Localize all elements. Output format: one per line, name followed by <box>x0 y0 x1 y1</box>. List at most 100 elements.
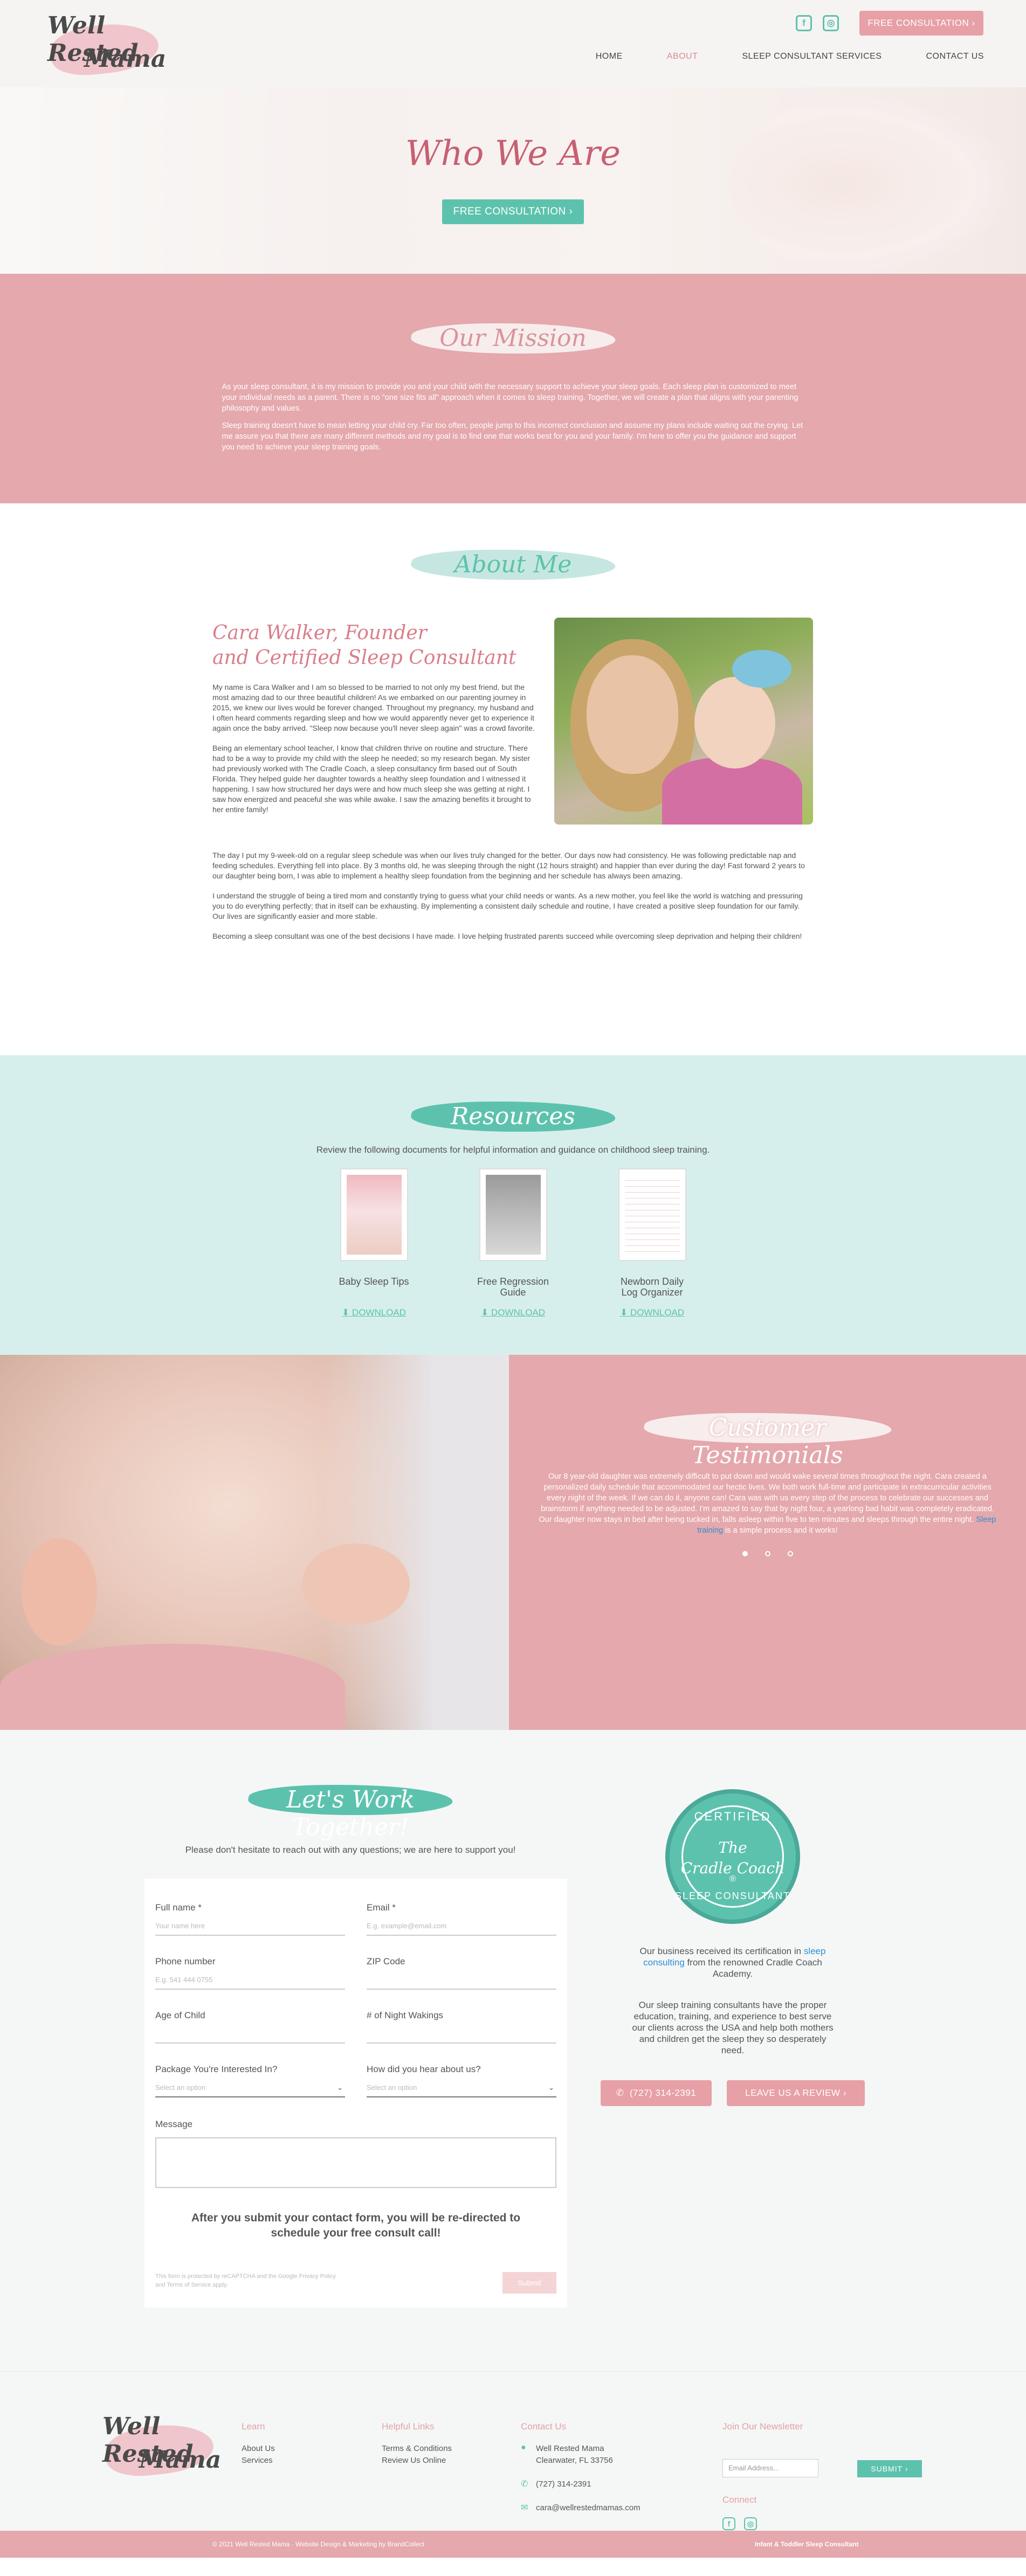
facebook-icon[interactable]: f <box>722 2517 735 2530</box>
logo-line2: Mama <box>84 45 167 73</box>
footer-link-services[interactable]: Services <box>242 2455 275 2467</box>
contact-heading: Let's Work Together! <box>245 1778 456 1841</box>
carousel-dot[interactable] <box>787 1551 793 1556</box>
resource-download-link[interactable]: ⬇ DOWNLOAD <box>476 1307 551 1318</box>
mission-heading-text: Our Mission <box>439 324 587 352</box>
about-paragraph: My name is Cara Walker and I am so bless… <box>212 683 535 732</box>
contact-heading-text: Let's Work Together! <box>286 1786 415 1841</box>
about-text-wide: The day I put my 9-week-old on a regular… <box>212 850 813 951</box>
about-paragraph: Becoming a sleep consultant was one of t… <box>212 932 802 940</box>
founder-title: Cara Walker, Founder and Certified Sleep… <box>212 621 516 670</box>
testimonials-pane: Customer Testimonials Our 8 year-old dau… <box>509 1355 1026 1730</box>
hero-title: Who We Are <box>405 134 621 174</box>
consultants-text: Our sleep training consultants have the … <box>632 2000 834 2055</box>
mission-paragraph: As your sleep consultant, it is my missi… <box>222 383 798 413</box>
resources-intro: Review the following documents for helpf… <box>316 1145 710 1155</box>
carousel-dots <box>509 1551 1026 1556</box>
logo-line2: Mama <box>139 2446 222 2474</box>
about-paragraph: Being an elementary school teacher, I kn… <box>212 744 531 814</box>
resource-item: Newborn Daily Log Organizer ⬇ DOWNLOAD <box>615 1168 690 1318</box>
resource-thumbnail[interactable] <box>479 1168 547 1261</box>
phone-button[interactable]: ✆ (727) 314-2391 <box>601 2080 712 2106</box>
resource-item: Baby Sleep Tips ⬇ DOWNLOAD <box>336 1168 412 1318</box>
resource-thumbnail[interactable] <box>618 1168 686 1261</box>
footer-contact: Contact Us ● Well Rested Mama Clearwater… <box>521 2421 641 2526</box>
instagram-icon[interactable]: ◎ <box>744 2517 757 2530</box>
footer-social: f ◎ <box>722 2517 757 2530</box>
age-input[interactable] <box>155 2030 345 2044</box>
certified-badge: CERTIFIED The Cradle Coach ® SLEEP CONSU… <box>665 1789 800 1924</box>
chevron-right-icon: › <box>843 2088 846 2098</box>
footer-link-review[interactable]: Review Us Online <box>382 2455 452 2467</box>
nav-services[interactable]: SLEEP CONSULTANT SERVICES <box>742 52 882 61</box>
hero-consultation-button[interactable]: FREE CONSULTATION › <box>442 199 584 224</box>
footer-logo[interactable]: Well Rested Mama <box>100 2409 222 2480</box>
footer-link-about[interactable]: About Us <box>242 2443 275 2455</box>
age-field: Age of Child <box>155 2010 345 2044</box>
map-pin-icon: ● <box>521 2443 526 2452</box>
email-field: Email * E.g. example@email.com <box>367 1902 556 1936</box>
zip-input[interactable] <box>367 1976 556 1990</box>
footer-address: ● Well Rested Mama Clearwater, FL 33756 <box>521 2443 613 2465</box>
recaptcha-notice: This form is protected by reCAPTCHA and … <box>155 2273 336 2288</box>
facebook-icon[interactable]: f <box>796 15 812 31</box>
resource-name: Free Regression Guide <box>477 1276 549 1298</box>
download-icon: ⬇ <box>480 1307 489 1318</box>
resources-heading-text: Resources <box>451 1103 575 1130</box>
footer-connect-label: Connect <box>722 2495 757 2505</box>
contact-section: Let's Work Together! Please don't hesita… <box>0 1730 1026 2371</box>
footer-email[interactable]: ✉ cara@wellrestedmamas.com <box>521 2502 641 2514</box>
resource-thumbnail[interactable] <box>340 1168 408 1261</box>
contact-form: Full name * Your name here Email * E.g. … <box>144 1879 567 2308</box>
email-input[interactable]: E.g. example@email.com <box>367 1922 556 1936</box>
chevron-down-icon: ⌄ <box>337 2083 343 2092</box>
chevron-right-icon: › <box>569 206 573 217</box>
referral-select[interactable]: Select an option ⌄ <box>367 2083 556 2097</box>
envelope-icon: ✉ <box>521 2503 528 2512</box>
testimonials-section: Customer Testimonials Our 8 year-old dau… <box>0 1355 1026 1730</box>
header-consultation-label: FREE CONSULTATION <box>867 18 969 28</box>
download-icon: ⬇ <box>619 1307 628 1318</box>
phone-field: Phone number E.g. 541 444 0755 <box>155 1956 345 1990</box>
wakings-field: # of Night Wakings <box>367 2010 556 2044</box>
header-consultation-button[interactable]: FREE CONSULTATION › <box>859 11 983 36</box>
footer-phone[interactable]: ✆ (727) 314-2391 <box>521 2478 641 2490</box>
chevron-right-icon: › <box>972 18 975 28</box>
nav-home[interactable]: HOME <box>596 52 623 61</box>
nav-contact[interactable]: CONTACT US <box>926 52 984 61</box>
founder-title-line2: and Certified Sleep Consultant <box>212 647 517 669</box>
instagram-icon[interactable]: ◎ <box>823 15 839 31</box>
founder-photo <box>554 618 813 825</box>
carousel-dot[interactable] <box>742 1551 748 1556</box>
review-button[interactable]: LEAVE US A REVIEW › <box>727 2080 865 2106</box>
footer-tagline: Infant & Toddler Sleep Consultant <box>755 2540 859 2548</box>
mission-body: As your sleep consultant, it is my missi… <box>222 382 804 453</box>
newsletter-submit-button[interactable]: SUBMIT › <box>857 2460 922 2477</box>
phone-icon: ✆ <box>616 2088 624 2098</box>
resources-section: Resources Review the following documents… <box>0 1055 1026 1355</box>
nav-about[interactable]: ABOUT <box>667 52 698 61</box>
about-paragraph: The day I put my 9-week-old on a regular… <box>212 851 805 880</box>
testimonials-heading: Customer Testimonials <box>640 1407 895 1469</box>
referral-field: How did you hear about us? Select an opt… <box>367 2064 556 2097</box>
resource-download-link[interactable]: ⬇ DOWNLOAD <box>336 1307 412 1318</box>
resources-heading: Resources <box>407 1095 619 1138</box>
message-textarea[interactable] <box>155 2137 556 2188</box>
site-logo[interactable]: Well Rested Mama <box>45 9 167 79</box>
form-submit-button[interactable]: Submit <box>502 2272 556 2294</box>
testimonial-quote: Our 8 year-old daughter was extremely di… <box>539 1472 996 1535</box>
about-paragraph: I understand the struggle of being a tir… <box>212 891 803 920</box>
full-name-input[interactable]: Your name here <box>155 1922 345 1936</box>
phone-input[interactable]: E.g. 541 444 0755 <box>155 1976 345 1990</box>
footer-learn: Learn About Us Services <box>242 2421 275 2467</box>
footer-link-terms[interactable]: Terms & Conditions <box>382 2443 452 2455</box>
contact-intro: Please don't hesitate to reach out with … <box>185 1845 516 1855</box>
about-section: About Me Cara Walker, Founder and Certif… <box>0 503 1026 1055</box>
package-select[interactable]: Select an option ⌄ <box>155 2083 345 2097</box>
newsletter-email-input[interactable]: Email Address... <box>722 2459 818 2477</box>
founder-title-line1: Cara Walker, Founder <box>212 622 427 644</box>
resource-download-link[interactable]: ⬇ DOWNLOAD <box>615 1307 690 1318</box>
footer-bottom-bar: © 2021 Well Rested Mama · Website Design… <box>0 2531 1026 2558</box>
wakings-input[interactable] <box>367 2030 556 2044</box>
carousel-dot[interactable] <box>765 1551 770 1556</box>
